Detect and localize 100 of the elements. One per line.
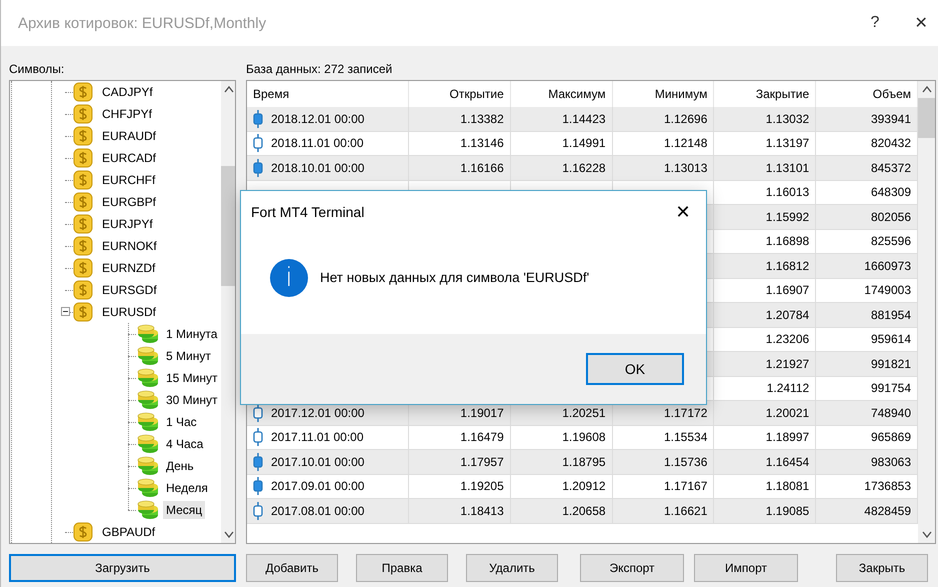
tree-item[interactable]: CADJPYf [99, 83, 156, 101]
tree-item[interactable]: День [163, 457, 197, 475]
table-cell: 1.23206 [766, 332, 810, 346]
table-cell: 1.17167 [664, 479, 708, 494]
scroll-thumb[interactable] [918, 98, 935, 138]
tree-item[interactable]: EURCHFf [99, 171, 158, 189]
coin-icon [73, 522, 93, 542]
tree-item[interactable]: EURSGDf [99, 281, 160, 299]
table-cell: 825596 [870, 234, 911, 248]
action-button[interactable]: Импорт [694, 554, 798, 582]
table-cell: 2017.12.01 00:00 [271, 406, 364, 420]
action-button[interactable]: Экспорт [580, 554, 684, 582]
coin-icon [73, 170, 93, 190]
table-cell: 1.21927 [766, 356, 810, 371]
tree-item[interactable]: EURNOKf [99, 237, 160, 255]
table-cell: 1.16621 [664, 504, 708, 518]
table-cell: 1.14423 [562, 112, 606, 126]
tree-item[interactable]: 4 Часа [163, 435, 206, 453]
table-cell: 1.14991 [562, 136, 606, 150]
dialog-title: Fort MT4 Terminal [251, 204, 366, 220]
table-cell: 1749003 [864, 283, 911, 298]
tree-item[interactable]: 1 Минута [163, 325, 220, 343]
action-button[interactable]: Добавить [246, 554, 338, 582]
table-cell: 1.16812 [766, 258, 810, 273]
window-title: Архив котировок: EURUSDf,Monthly [18, 14, 268, 32]
table-cell: 1.19085 [766, 504, 810, 518]
table-cell: 648309 [870, 185, 911, 200]
table-cell: 1.17957 [460, 454, 504, 469]
tree-item[interactable]: EURGBPf [99, 193, 160, 211]
table-cell: 1.12148 [664, 136, 708, 150]
database-icon [137, 456, 159, 476]
table-cell: 983063 [870, 454, 911, 469]
table-cell: 1.15992 [766, 210, 810, 224]
table-cell: 1.18081 [766, 479, 810, 494]
database-icon [137, 324, 159, 344]
table-cell: 1.20784 [766, 308, 810, 322]
table-cell: 748940 [870, 406, 911, 420]
table-cell: 1.13382 [460, 112, 504, 126]
scroll-thumb[interactable] [220, 166, 235, 286]
table-cell: 1.18997 [766, 430, 810, 444]
table-cell: 1.16228 [562, 160, 606, 175]
coin-icon [73, 82, 93, 102]
action-button[interactable]: Закрыть [836, 554, 928, 582]
table-cell: 1660973 [864, 258, 911, 273]
table-cell: 1.12696 [664, 112, 708, 126]
database-icon [137, 346, 159, 366]
table-cell: 2017.11.01 00:00 [271, 430, 364, 444]
close-button[interactable]: ✕ [898, 0, 938, 46]
database-icon [137, 368, 159, 388]
coin-icon [73, 214, 93, 234]
close-button[interactable]: ✕ [660, 192, 706, 232]
tree-item[interactable]: 30 Минут [163, 391, 221, 409]
collapse-icon[interactable] [61, 307, 70, 316]
tree-item[interactable]: 15 Минут [163, 369, 221, 387]
table-cell: 1.20251 [562, 406, 606, 420]
table-cell: 2018.11.01 00:00 [271, 136, 364, 150]
help-button[interactable]: ? [852, 0, 898, 46]
ok-button[interactable]: OK [586, 353, 684, 385]
table-cell: 1.16479 [460, 430, 504, 444]
database-icon [137, 500, 159, 520]
table-cell: 1.15534 [664, 430, 708, 444]
table-cell: 2017.10.01 00:00 [271, 454, 364, 469]
coin-icon [73, 236, 93, 256]
table-cell: 959614 [870, 332, 911, 346]
table-cell: 2018.12.01 00:00 [271, 112, 364, 126]
tree-item[interactable]: 1 Час [163, 413, 200, 431]
tree-item[interactable]: EURNZDf [99, 259, 158, 277]
tree-item[interactable]: GBPAUDf [99, 523, 158, 541]
table-cell: 1.17172 [664, 406, 708, 420]
table-cell: 1.19017 [460, 406, 504, 420]
table-cell: 881954 [870, 308, 911, 322]
database-label: База данных: 272 записей [246, 62, 394, 76]
table-cell: 4828459 [864, 504, 911, 518]
info-icon: i [270, 258, 308, 296]
table-cell: 1.16898 [766, 234, 810, 248]
coin-icon [73, 280, 93, 300]
coin-icon [73, 148, 93, 168]
table-cell: 1.13146 [460, 136, 504, 150]
database-icon [137, 478, 159, 498]
tree-item[interactable]: EURAUDf [99, 127, 160, 145]
tree-item[interactable]: EURJPYf [99, 215, 156, 233]
table-cell: 2017.09.01 00:00 [271, 479, 364, 494]
table-cell: 820432 [870, 136, 911, 150]
table-cell: 802056 [870, 210, 911, 224]
coin-icon [73, 104, 93, 124]
action-button[interactable]: Удалить [466, 554, 558, 582]
action-button[interactable]: Загрузить [9, 554, 236, 582]
tree-item[interactable]: 5 Минут [163, 347, 214, 365]
table-cell: 1.20912 [562, 479, 606, 494]
tree-item[interactable]: Месяц [163, 501, 206, 519]
action-button[interactable]: Правка [356, 554, 448, 582]
table-cell: 1.24112 [766, 381, 810, 396]
tree-item[interactable]: CHFJPYf [99, 105, 156, 123]
tree-item[interactable]: EURUSDf [99, 303, 160, 321]
table-cell: 1.13197 [766, 136, 810, 150]
tree-item[interactable]: EURCADf [99, 149, 160, 167]
database-icon [137, 434, 159, 454]
tree-item[interactable]: Неделя [163, 479, 211, 497]
table-cell: 1.16013 [766, 185, 810, 200]
table-cell: 1.16166 [460, 160, 504, 175]
